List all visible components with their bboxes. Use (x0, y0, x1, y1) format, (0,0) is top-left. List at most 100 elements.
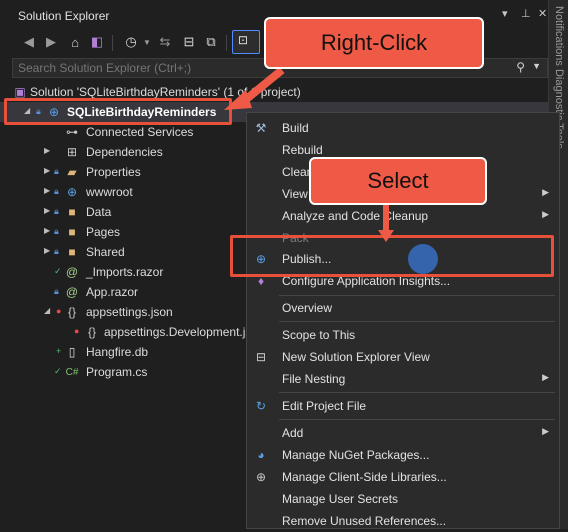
dropdown-icon[interactable]: ▾ (502, 7, 508, 20)
chevron-right-icon[interactable]: ▶ (44, 146, 50, 155)
publish-highlight-box (230, 235, 554, 277)
menu-item-build[interactable]: ⚒ Build (247, 117, 559, 139)
menu-separator (279, 295, 555, 296)
menu-separator (279, 321, 555, 322)
menu-item-label: Analyze and Code Cleanup (282, 209, 429, 223)
lock-icon: 🔒︎ (54, 226, 59, 236)
folder-icon: ■ (68, 225, 76, 239)
menu-item-label: File Nesting (282, 372, 346, 386)
lock-icon: 🔒︎ (54, 286, 59, 296)
chevron-right-icon[interactable]: ▶ (44, 166, 50, 175)
new-view-icon: ⊟ (255, 350, 267, 364)
menu-item-new-view[interactable]: ⊟ New Solution Explorer View (247, 346, 559, 368)
modified-icon: ● (56, 306, 62, 316)
solution-label: Solution 'SQLiteBirthdayReminders' (1 of… (30, 85, 301, 99)
close-icon[interactable]: ✕ (538, 7, 547, 20)
chevron-right-icon[interactable]: ▶ (44, 186, 50, 195)
expand-arrow-icon[interactable]: ◢ (44, 306, 50, 315)
collapse-all-icon[interactable]: ⊟ (180, 33, 198, 51)
tree-item-label: _Imports.razor (86, 265, 164, 279)
menu-item-label: Remove Unused References... (282, 514, 447, 528)
properties-icon: ▰ (67, 165, 77, 179)
sync-icon[interactable]: ⇆ (156, 33, 174, 51)
menu-item-add[interactable]: Add ▶ (247, 422, 559, 444)
menu-item-label: Overview (282, 301, 333, 315)
preview-icon: ⊡ (238, 33, 249, 47)
preview-selected-button[interactable]: ⊡ (232, 30, 260, 54)
modified-icon: ● (74, 326, 80, 336)
tree-item-label: Connected Services (86, 125, 194, 139)
menu-item-label: Scope to This (282, 328, 356, 342)
razor-file-icon: @ (65, 285, 79, 299)
menu-item-label: New Solution Explorer View (282, 350, 430, 364)
tree-item-label: Hangfire.db (86, 345, 149, 359)
added-icon: + (56, 346, 62, 356)
back-icon[interactable]: ◀ (20, 33, 38, 51)
search-icon[interactable]: ⚲ (516, 60, 525, 74)
menu-item-edit-project[interactable]: ↻ Edit Project File (247, 395, 559, 417)
folder-icon: ■ (68, 205, 76, 219)
home-icon[interactable]: ⌂ (66, 33, 84, 51)
checkmark-icon: ✓ (54, 366, 62, 376)
switch-views-icon[interactable]: ◧ (88, 33, 106, 51)
right-click-callout: Right-Click (264, 17, 484, 69)
menu-separator (279, 419, 555, 420)
submenu-arrow-icon: ▶ (542, 372, 549, 382)
submenu-arrow-icon: ▶ (542, 209, 549, 219)
menu-item-client-libraries[interactable]: ⊕ Manage Client-Side Libraries... (247, 466, 559, 488)
project-highlight-box (4, 98, 232, 125)
tree-item-label: Pages (86, 225, 121, 239)
json-file-icon: {} (67, 305, 76, 319)
tree-item-label: Shared (86, 245, 125, 259)
tree-item-label: wwwroot (86, 185, 133, 199)
menu-item-label: Edit Project File (282, 399, 367, 413)
forward-icon[interactable]: ▶ (42, 33, 60, 51)
menu-item-analyze[interactable]: Analyze and Code Cleanup ▶ (247, 205, 559, 227)
tree-item-label: Properties (86, 165, 141, 179)
tree-item-label: Program.cs (86, 365, 148, 379)
dependencies-icon: ⊞ (66, 145, 78, 159)
menu-item-label: Manage User Secrets (282, 492, 399, 506)
menu-item-label: Manage Client-Side Libraries... (282, 470, 447, 484)
click-cursor-indicator (408, 244, 438, 274)
checkmark-icon: ✓ (54, 266, 62, 276)
db-file-icon: ▯ (68, 345, 76, 359)
toolbar-divider (226, 35, 227, 51)
menu-item-overview[interactable]: Overview (247, 297, 559, 319)
lock-icon: 🔒︎ (54, 186, 59, 196)
submenu-arrow-icon: ▶ (542, 187, 549, 197)
lock-icon: 🔒︎ (54, 206, 59, 216)
libraries-icon: ⊕ (255, 470, 267, 484)
tree-item-label: Dependencies (86, 145, 163, 159)
json-file-icon: {} (87, 325, 96, 339)
menu-separator (279, 392, 555, 393)
chevron-right-icon[interactable]: ▶ (44, 246, 50, 255)
menu-item-user-secrets[interactable]: Manage User Secrets (247, 488, 559, 510)
select-callout: Select (309, 157, 487, 205)
refresh-icon: ↻ (255, 399, 267, 413)
razor-file-icon: @ (65, 265, 79, 279)
pin-icon[interactable]: ⊥ (521, 7, 531, 20)
chevron-right-icon[interactable]: ▶ (44, 206, 50, 215)
menu-item-file-nesting[interactable]: File Nesting ▶ (247, 368, 559, 390)
tree-item-label: appsettings.json (86, 305, 173, 319)
submenu-arrow-icon: ▶ (542, 426, 549, 436)
chevron-down-icon[interactable]: ▼ (138, 33, 156, 51)
lock-icon: 🔒︎ (54, 246, 59, 256)
lock-icon: 🔒︎ (54, 166, 59, 176)
show-all-files-icon[interactable]: ⧉ (202, 33, 220, 51)
tree-item-label: appsettings.Development.json (104, 325, 265, 339)
window-title: Solution Explorer (18, 9, 110, 23)
menu-item-label: Build (282, 121, 309, 135)
menu-item-label: View (282, 187, 308, 201)
menu-item-scope[interactable]: Scope to This (247, 324, 559, 346)
search-options-icon[interactable]: ▼ (532, 61, 541, 71)
menu-item-label: Rebuild (282, 143, 323, 157)
tree-item-label: App.razor (86, 285, 139, 299)
menu-item-nuget[interactable]: ◕ Manage NuGet Packages... (247, 444, 559, 466)
chevron-right-icon[interactable]: ▶ (44, 226, 50, 235)
connected-services-icon: ⊶ (66, 125, 78, 139)
toolbar-divider (112, 35, 113, 51)
folder-icon: ■ (68, 245, 76, 259)
globe-icon: ⊕ (66, 185, 78, 199)
